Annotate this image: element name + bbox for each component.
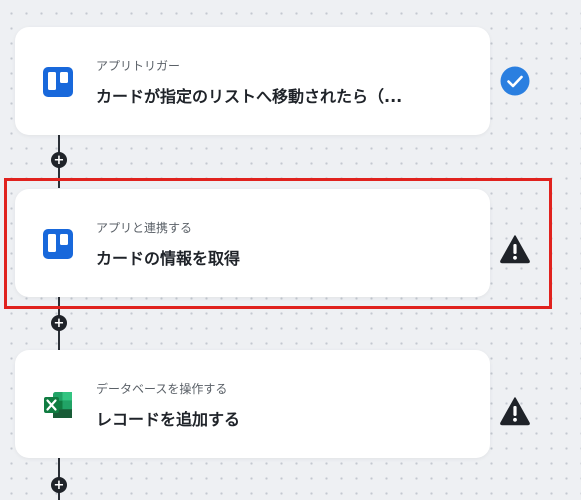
- step-subtitle: アプリと連携する: [96, 221, 193, 235]
- step-subtitle: データベースを操作する: [96, 382, 228, 396]
- step-title: カードの情報を取得: [96, 249, 241, 268]
- step-subtitle: アプリトリガー: [96, 59, 181, 73]
- trello-icon: [43, 229, 73, 259]
- add-step-button[interactable]: +: [51, 477, 67, 493]
- warning-triangle-icon: [500, 397, 530, 426]
- check-circle-icon: [500, 66, 530, 96]
- step-title: カードが指定のリストへ移動されたら（...: [96, 87, 403, 106]
- add-step-button[interactable]: +: [51, 152, 67, 168]
- trello-icon: [43, 67, 73, 97]
- flow-step-card[interactable]: アプリトリガー カードが指定のリストへ移動されたら（...: [15, 27, 490, 135]
- step-title: レコードを追加する: [96, 410, 241, 429]
- flow-step-card[interactable]: データベースを操作する レコードを追加する: [15, 350, 490, 458]
- warning-triangle-icon: [500, 235, 530, 264]
- add-step-button[interactable]: +: [51, 315, 67, 331]
- excel-icon: [44, 392, 72, 418]
- flow-step-card[interactable]: アプリと連携する カードの情報を取得: [15, 189, 490, 297]
